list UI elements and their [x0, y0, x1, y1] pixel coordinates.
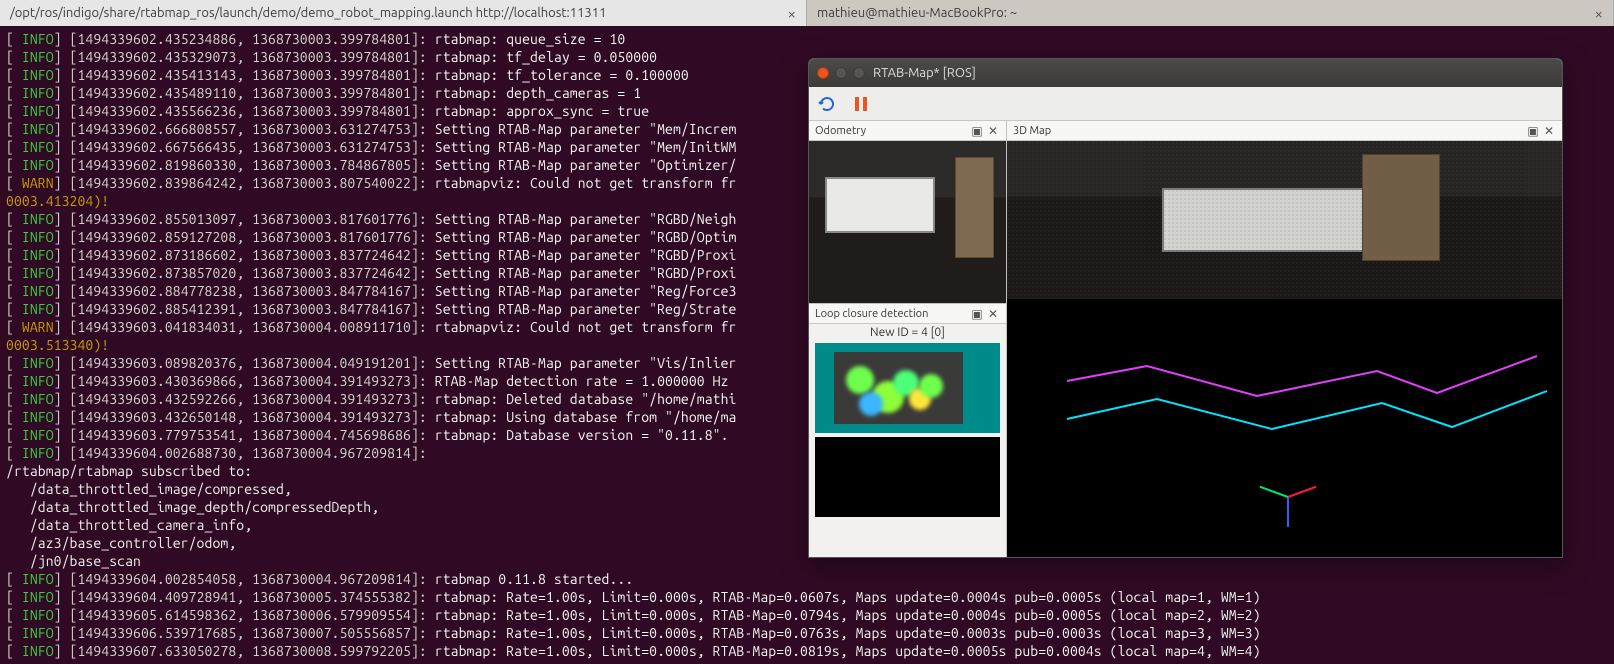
- panel-title: Loop closure detection: [815, 308, 928, 320]
- window-float-icon[interactable]: ▣: [970, 124, 984, 138]
- window-buttons: [817, 67, 865, 79]
- close-icon[interactable]: ✕: [986, 124, 1000, 138]
- close-icon[interactable]: ✕: [986, 307, 1000, 321]
- loop-feature-view[interactable]: [815, 343, 1000, 433]
- window-titlebar[interactable]: RTAB-Map* [ROS]: [809, 59, 1562, 87]
- panel-title: Odometry: [815, 125, 866, 137]
- rtabmap-window[interactable]: RTAB-Map* [ROS] Odometry ▣ ✕: [808, 58, 1563, 558]
- axes-gizmo: [1257, 467, 1317, 527]
- tab-terminal-home[interactable]: mathieu@mathieu-MacBookPro: ~ ×: [807, 0, 1614, 26]
- right-dock: 3D Map ▣ ✕: [1007, 121, 1562, 557]
- window-title: RTAB-Map* [ROS]: [873, 66, 976, 80]
- odometry-view[interactable]: [809, 141, 1006, 303]
- toolbar: [809, 87, 1562, 121]
- pause-icon[interactable]: [851, 94, 871, 114]
- odometry-panel-header[interactable]: Odometry ▣ ✕: [809, 121, 1006, 141]
- window-maximize-button[interactable]: [853, 67, 865, 79]
- tab-terminal-launch[interactable]: /opt/ros/indigo/share/rtabmap_ros/launch…: [0, 0, 807, 26]
- close-icon[interactable]: ✕: [1542, 124, 1556, 138]
- rtab-body: Odometry ▣ ✕ Loop closure detection ▣ ✕: [809, 121, 1562, 557]
- map3d-view[interactable]: [1007, 141, 1562, 557]
- refresh-icon[interactable]: [817, 94, 837, 114]
- window-tab-bar: /opt/ros/indigo/share/rtabmap_ros/launch…: [0, 0, 1614, 26]
- left-dock: Odometry ▣ ✕ Loop closure detection ▣ ✕: [809, 121, 1007, 557]
- tab-label: mathieu@mathieu-MacBookPro: ~: [817, 6, 1017, 20]
- close-icon[interactable]: ×: [788, 5, 796, 22]
- loop-panel-header[interactable]: Loop closure detection ▣ ✕: [809, 304, 1006, 324]
- window-close-button[interactable]: [817, 67, 829, 79]
- close-icon[interactable]: ×: [1595, 5, 1603, 22]
- window-float-icon[interactable]: ▣: [970, 307, 984, 321]
- loop-newid-label: New ID = 4 [0]: [809, 324, 1006, 339]
- loop-match-view[interactable]: [815, 437, 1000, 517]
- loop-closure-panel: Loop closure detection ▣ ✕ New ID = 4 [0…: [809, 303, 1006, 521]
- window-float-icon[interactable]: ▣: [1526, 124, 1540, 138]
- tab-label: /opt/ros/indigo/share/rtabmap_ros/launch…: [10, 6, 606, 20]
- window-minimize-button[interactable]: [835, 67, 847, 79]
- map3d-panel-header[interactable]: 3D Map ▣ ✕: [1007, 121, 1562, 141]
- panel-title: 3D Map: [1013, 125, 1051, 137]
